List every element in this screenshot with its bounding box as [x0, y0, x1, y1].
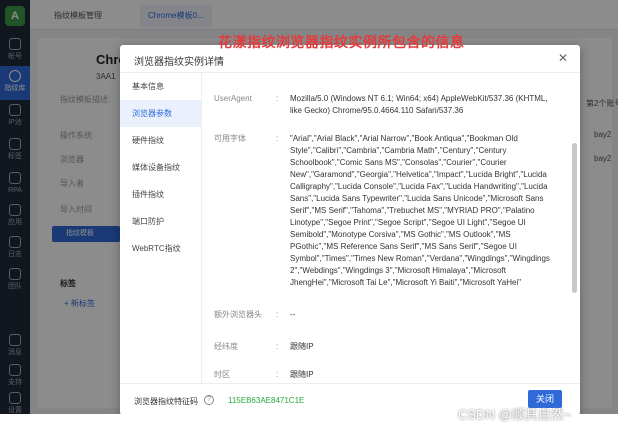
field-colon: : [276, 94, 279, 103]
nav-plugin-fingerprint[interactable]: 插件指纹 [120, 181, 201, 208]
extra-headers-value: -- [290, 310, 296, 319]
app-window: A 帐号 指纹库 IP池 标签 RPA 应用 日志 团队 消息 支持 设置 指纹… [0, 0, 618, 414]
dialog-title: 浏览器指纹实例详情 [134, 57, 224, 68]
close-icon[interactable]: ✕ [558, 51, 568, 65]
geolocation-value: 跟随IP [290, 342, 314, 351]
nav-basic-info[interactable]: 基本信息 [120, 73, 201, 100]
fingerprint-code-label: 浏览器指纹特征码 [134, 397, 198, 406]
fingerprint-instance-dialog: 浏览器指纹实例详情 ✕ 基本信息 浏览器参数 硬件指纹 媒体设备指纹 插件指纹 … [120, 45, 580, 414]
extra-headers-label: 额外浏览器头 [214, 310, 262, 319]
dialog-body: UserAgent : Mozilla/5.0 (Windows NT 6.1;… [202, 73, 580, 383]
csdn-watermark: CSDN @顺其自然~ [458, 407, 572, 422]
dialog-nav: 基本信息 浏览器参数 硬件指纹 媒体设备指纹 插件指纹 端口防护 WebRTC指… [120, 73, 202, 383]
nav-hardware-fingerprint[interactable]: 硬件指纹 [120, 127, 201, 154]
field-colon: : [276, 370, 279, 379]
nav-webrtc-fingerprint[interactable]: WebRTC指纹 [120, 235, 201, 262]
fonts-value: "Arial","Arial Black","Arial Narrow","Bo… [290, 134, 550, 287]
timezone-label: 时区 [214, 370, 230, 379]
fingerprint-code-value: 115EB63AE8471C1E [228, 396, 305, 405]
useragent-label: UserAgent [214, 94, 252, 103]
field-colon: : [276, 310, 279, 319]
nav-browser-params[interactable]: 浏览器参数 [120, 100, 201, 127]
screenshot-frame: A 帐号 指纹库 IP池 标签 RPA 应用 日志 团队 消息 支持 设置 指纹… [0, 0, 632, 434]
dialog-scrollbar[interactable] [572, 143, 577, 293]
annotation-banner: 花漾指纹浏览器指纹实例所包含的信息 [218, 34, 465, 50]
useragent-value: Mozilla/5.0 (Windows NT 6.1; Win64; x64)… [290, 94, 548, 115]
nav-media-device-fingerprint[interactable]: 媒体设备指纹 [120, 154, 201, 181]
torn-edge-right [618, 0, 632, 434]
help-icon[interactable]: ? [204, 395, 214, 405]
field-colon: : [276, 342, 279, 351]
timezone-value: 跟随IP [290, 370, 314, 379]
geolocation-label: 经纬度 [214, 342, 238, 351]
field-colon: : [276, 134, 279, 143]
fonts-label: 可用字体 [214, 134, 246, 143]
nav-port-protection[interactable]: 端口防护 [120, 208, 201, 235]
